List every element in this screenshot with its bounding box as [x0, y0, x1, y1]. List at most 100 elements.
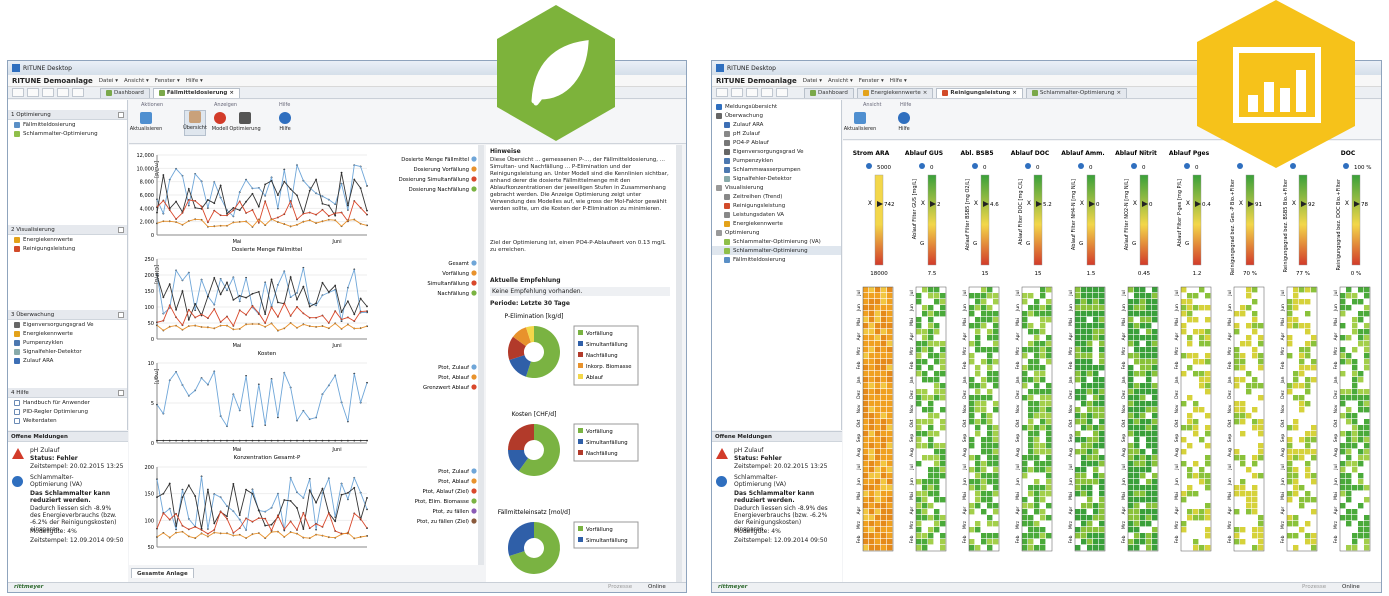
section-header[interactable]: 3 Überwachung — [8, 310, 127, 320]
sidebar-item[interactable]: Signalfehler-Detektor — [8, 347, 127, 356]
message-name[interactable]: Schlammalter-Optimierung (VA) — [30, 474, 90, 488]
tree-item[interactable]: Signalfehler-Detektor — [712, 174, 841, 183]
month-label: Okt — [1227, 419, 1233, 427]
tree-item[interactable]: Überwachung — [712, 111, 841, 120]
sidebar-item[interactable]: Weiterdaten — [8, 416, 127, 425]
sidebar-item[interactable]: Pumpenzyklen — [8, 338, 127, 347]
collapse-icon[interactable] — [118, 312, 124, 318]
tree-item[interactable]: Eigenversorgungsgrad Ve — [712, 147, 841, 156]
gauge-bottom-label: 0.45 — [1138, 271, 1151, 277]
tab-energiekennwerte[interactable]: Energiekennwerte × — [856, 87, 934, 98]
signal-icon — [14, 348, 20, 355]
heatmap-cell — [1093, 395, 1099, 401]
collapse-icon[interactable] — [118, 390, 124, 396]
optimize-button[interactable]: Optimierung — [229, 112, 261, 138]
heatmap-cell — [1081, 317, 1087, 323]
section-header[interactable]: 1 Optimierung — [8, 110, 127, 120]
section-header[interactable]: 2 Visualisierung — [8, 225, 127, 235]
chart-icon[interactable] — [27, 88, 39, 97]
message-name[interactable]: pH Zulauf — [30, 447, 59, 454]
tree-item[interactable]: Schlammwasserpumpen — [712, 165, 841, 174]
menu-fenster[interactable]: Fenster ▾ — [859, 78, 884, 84]
tree-item[interactable]: Zulauf ARA — [712, 120, 841, 129]
heatmap-cell — [916, 305, 922, 311]
settings-icon[interactable] — [761, 88, 773, 97]
section-header[interactable]: 4 Hilfe — [8, 388, 127, 398]
tab-dashboard[interactable]: Dashboard — [100, 87, 150, 98]
refresh-button[interactable]: Aktualisieren — [130, 112, 162, 138]
heatmap-cell — [875, 401, 881, 407]
menu-datei[interactable]: Datei ▾ — [803, 78, 822, 84]
menu-ansicht[interactable]: Ansicht ▾ — [124, 78, 149, 84]
tree-item[interactable]: Schlammalter-Optimierung — [712, 246, 841, 255]
sidebar-item[interactable]: Schlammalter-Optimierung — [8, 129, 127, 138]
heatmap-cell — [1299, 431, 1305, 437]
sidebar-item[interactable]: Energiekennwerte — [8, 235, 127, 244]
info-icon[interactable] — [776, 88, 788, 97]
menu-hilfe[interactable]: Hilfe ▾ — [890, 78, 907, 84]
menu-ansicht[interactable]: Ansicht ▾ — [828, 78, 853, 84]
help-button[interactable]: Hilfe — [274, 112, 296, 138]
sidebar-item[interactable]: Fällmitteldosierung — [8, 120, 127, 129]
heatmap-cell — [1034, 515, 1040, 521]
sidebar-item[interactable]: Energiekennwerte — [8, 329, 127, 338]
tree-item[interactable]: Schlammalter-Optimierung (VA) — [712, 237, 841, 246]
heatmap-cell — [1028, 521, 1034, 527]
overview-button[interactable]: Übersicht — [183, 110, 207, 136]
heatmap-cell — [1305, 413, 1311, 419]
chart-icon[interactable] — [731, 88, 743, 97]
star-icon[interactable] — [716, 88, 728, 97]
month-label: Mai — [1174, 318, 1180, 326]
heatmap-cell — [981, 341, 987, 347]
tree-item[interactable]: Reinigungsleistung — [712, 201, 841, 210]
message-name[interactable]: pH Zulauf — [734, 447, 763, 454]
heatmap-cell — [1364, 419, 1370, 425]
heatmap-cell — [1205, 293, 1211, 299]
heatmap-cell — [1346, 365, 1352, 371]
tab-dashboard[interactable]: Dashboard — [804, 87, 854, 98]
grid-icon[interactable] — [42, 88, 54, 97]
y-tick-label: 10,000 — [137, 166, 155, 172]
sidebar-item[interactable]: PID-Regler Optimierung — [8, 407, 127, 416]
menu-hilfe[interactable]: Hilfe ▾ — [186, 78, 203, 84]
tree-item[interactable]: Visualisierung — [712, 183, 841, 192]
tab-schlammalter[interactable]: Schlammalter-Optimierung × — [1025, 87, 1128, 98]
heatmap-cell — [1205, 539, 1211, 545]
heatmap-cell — [1287, 503, 1293, 509]
menu-datei[interactable]: Datei ▾ — [99, 78, 118, 84]
tree-item[interactable]: Meldungsübersicht — [712, 102, 841, 111]
tab-reinigungsleistung[interactable]: Reinigungsleistung × — [936, 87, 1023, 98]
tree-item[interactable]: Zeitreihen (Trend) — [712, 192, 841, 201]
scrollbar[interactable] — [478, 145, 484, 565]
month-label: Feb — [1174, 535, 1180, 543]
sidebar-item[interactable]: Reinigungsleistung — [8, 244, 127, 253]
tree-item[interactable]: pH Zulauf — [712, 129, 841, 138]
help-button[interactable]: Hilfe — [893, 112, 915, 138]
tree-item[interactable]: PO4-P Ablauf — [712, 138, 841, 147]
heatmap-cell — [1087, 533, 1093, 539]
tree-item[interactable]: Energiekennwerte — [712, 219, 841, 228]
collapse-icon[interactable] — [118, 112, 124, 118]
tab-gesamte-anlage[interactable]: Gesamte Anlage — [131, 568, 194, 578]
sidebar-item[interactable]: Zulauf ARA — [8, 356, 127, 365]
heatmap-cell — [1040, 479, 1046, 485]
tree-item[interactable]: Pumpenzyklen — [712, 156, 841, 165]
scrollbar[interactable] — [676, 145, 682, 585]
info-icon[interactable] — [72, 88, 84, 97]
message-name[interactable]: Schlammalter-Optimierung (VA) — [734, 474, 794, 488]
refresh-button[interactable]: Aktualisieren — [844, 112, 876, 138]
collapse-icon[interactable] — [118, 227, 124, 233]
settings-icon[interactable] — [57, 88, 69, 97]
tree-item[interactable]: Fällmitteldosierung — [712, 255, 841, 264]
tree-item[interactable]: Leistungsdaten VA — [712, 210, 841, 219]
sidebar-item[interactable]: Handbuch für Anwender — [8, 398, 127, 407]
model-button[interactable]: Modell — [209, 112, 231, 138]
star-icon[interactable] — [12, 88, 24, 97]
sidebar-item[interactable]: Eigenversorgungsgrad Ve — [8, 320, 127, 329]
heatmap-cell — [993, 323, 999, 329]
heatmap-cell — [1034, 539, 1040, 545]
tab-faellmitteldosierung[interactable]: Fällmitteldosierung × — [152, 87, 240, 98]
grid-icon[interactable] — [746, 88, 758, 97]
tree-item[interactable]: Optimierung — [712, 228, 841, 237]
menu-fenster[interactable]: Fenster ▾ — [155, 78, 180, 84]
